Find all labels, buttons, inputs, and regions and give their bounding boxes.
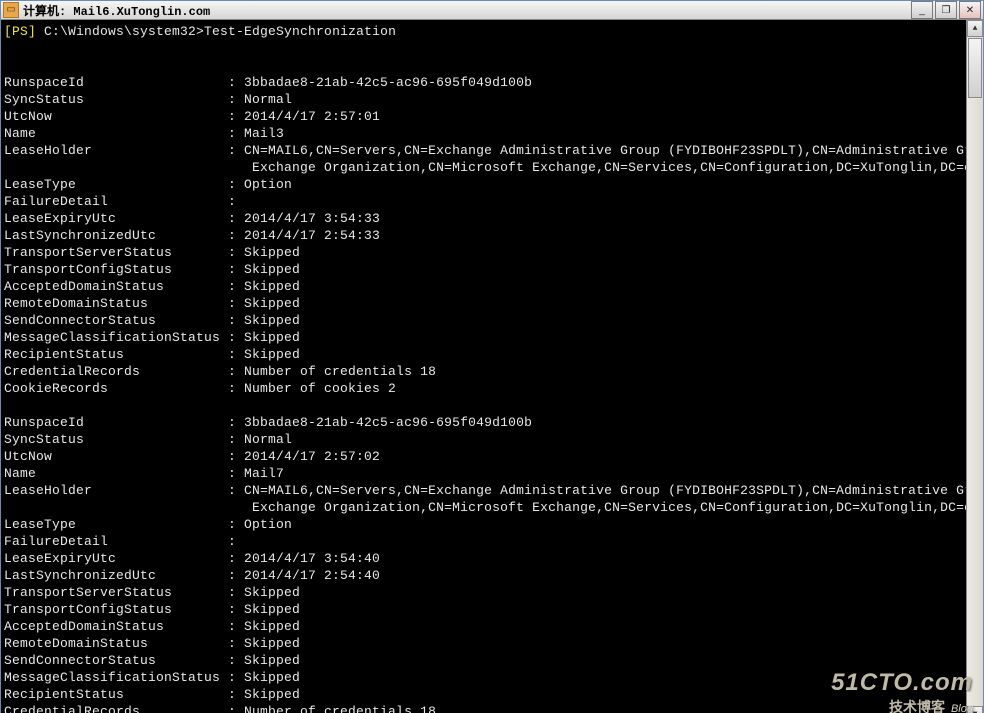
app-icon: ▭ bbox=[3, 2, 19, 18]
titlebar[interactable]: ▭ 计算机: Mail6.XuTonglin.com _ ❐ ✕ bbox=[1, 1, 983, 20]
console-window: ▭ 计算机: Mail6.XuTonglin.com _ ❐ ✕ [PS] C:… bbox=[0, 0, 984, 713]
close-button[interactable]: ✕ bbox=[959, 1, 981, 19]
maximize-button[interactable]: ❐ bbox=[935, 1, 957, 19]
content-area: [PS] C:\Windows\system32>Test-EdgeSynchr… bbox=[1, 20, 983, 713]
minimize-button[interactable]: _ bbox=[911, 1, 933, 19]
scroll-up-button[interactable]: ▲ bbox=[967, 20, 983, 37]
scroll-down-button[interactable]: ▼ bbox=[967, 706, 983, 713]
scroll-thumb[interactable] bbox=[968, 38, 982, 98]
window-title: 计算机: Mail6.XuTonglin.com bbox=[23, 2, 210, 19]
terminal-output[interactable]: [PS] C:\Windows\system32>Test-EdgeSynchr… bbox=[1, 20, 966, 713]
vertical-scrollbar[interactable]: ▲ ▼ bbox=[966, 20, 983, 713]
scroll-track[interactable] bbox=[967, 37, 983, 706]
